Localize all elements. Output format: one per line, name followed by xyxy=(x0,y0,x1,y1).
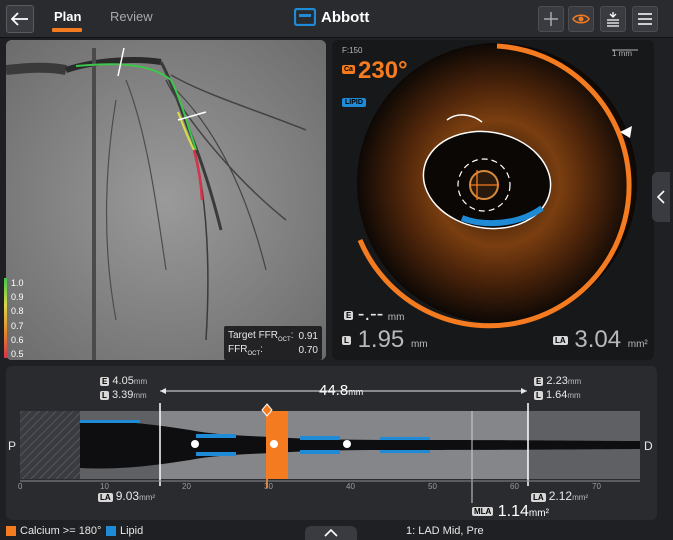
right-area-value: 2.12 xyxy=(548,489,573,503)
axis-tick: 0 xyxy=(18,482,23,491)
axis-tick: 20 xyxy=(182,482,191,491)
expand-panel-button[interactable] xyxy=(305,526,357,540)
calcium-swatch xyxy=(6,526,16,536)
legend-calcium: Calcium >= 180° xyxy=(6,525,101,537)
left-area-value: 9.03 xyxy=(115,489,140,503)
distal-label: D xyxy=(644,439,653,453)
right-reference-area: LA 2.12mm² xyxy=(531,489,588,503)
unit: mm² xyxy=(572,493,589,502)
ref-area-badge: LA xyxy=(98,492,113,502)
axis-tick: 70 xyxy=(592,482,601,491)
axis-tick: 50 xyxy=(428,482,437,491)
axis-tick: 40 xyxy=(346,482,355,491)
left-reference-area: LA 9.03mm² xyxy=(98,489,155,503)
axis-tick: 60 xyxy=(510,482,519,491)
minimum-lumen-area: MLA 1.14mm² xyxy=(472,503,549,521)
unit: mm² xyxy=(139,493,156,502)
ref-area-badge: LA xyxy=(531,492,546,502)
axis-tick: 30 xyxy=(264,482,273,491)
longitudinal-graphics xyxy=(20,388,640,503)
unit: mm² xyxy=(528,508,549,519)
mla-badge: MLA xyxy=(472,507,494,517)
mla-value: 1.14 xyxy=(497,503,529,520)
legend-lipid: Lipid xyxy=(106,525,143,537)
calcium-legend-label: Calcium >= 180° xyxy=(20,525,102,537)
pullback-label: 1: LAD Mid, Pre xyxy=(406,525,484,537)
lipid-swatch xyxy=(106,526,116,536)
lipid-legend-label: Lipid xyxy=(120,525,144,537)
chevron-up-icon xyxy=(324,529,338,537)
proximal-label: P xyxy=(8,439,17,453)
